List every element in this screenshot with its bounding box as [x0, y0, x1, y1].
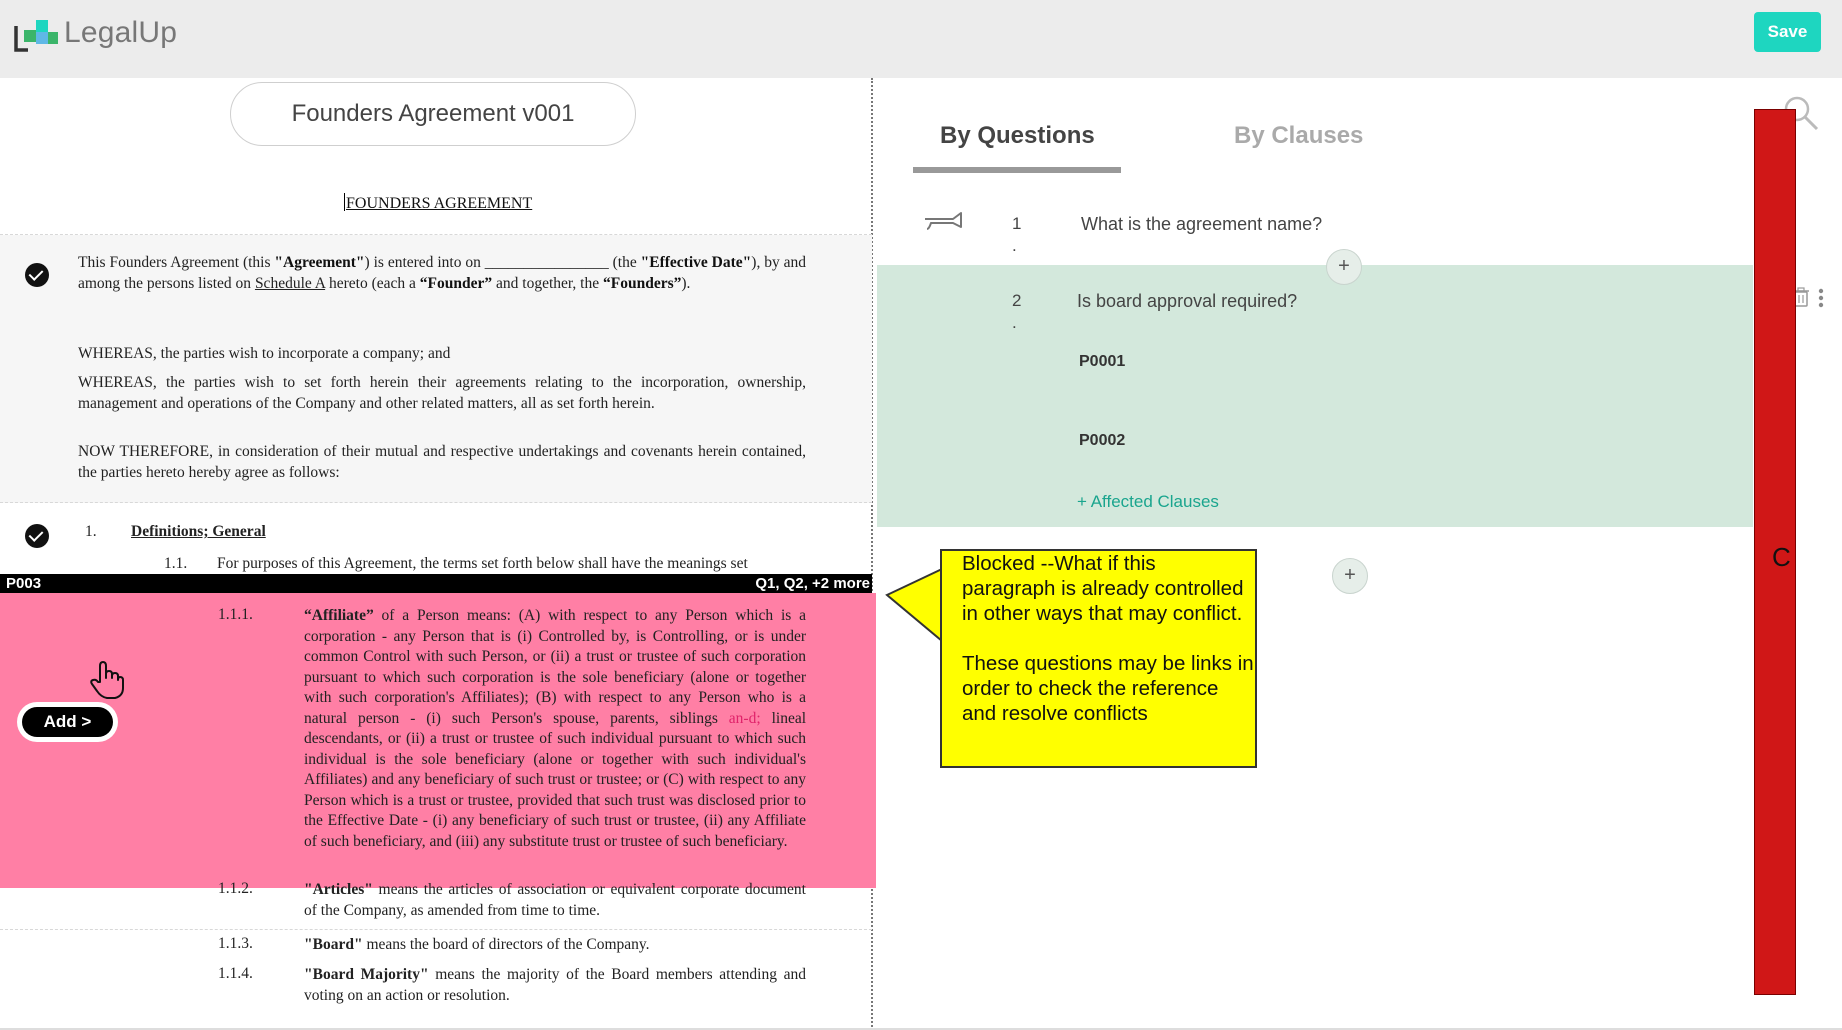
subsection-number: 1.1.	[164, 555, 188, 572]
definition-affiliate[interactable]: “Affiliate” of a Person means: (A) with …	[304, 606, 806, 852]
brand-name: LegalUp	[64, 16, 178, 49]
definition-number: 1.1.4.	[218, 965, 253, 982]
now-therefore-paragraph[interactable]: NOW THEREFORE, in consideration of their…	[78, 442, 806, 483]
trumpet-icon	[925, 212, 962, 230]
question-text[interactable]: Is board approval required?	[1077, 291, 1297, 312]
question-number-dot: .	[1012, 313, 1017, 332]
definition-number: 1.1.1.	[218, 606, 253, 623]
paragraph-id: P003	[6, 575, 42, 592]
whereas-paragraph-1[interactable]: WHEREAS, the parties wish to incorporate…	[78, 344, 806, 365]
defined-term: "Agreement"	[274, 254, 365, 271]
definition-text: means the board of directors of the Comp…	[362, 936, 650, 953]
paragraph-separator	[0, 502, 872, 503]
callout-note: Blocked --What if this paragraph is alre…	[940, 549, 1257, 768]
document-heading: FOUNDERS AGREEMENT	[344, 193, 532, 213]
callout-paragraph: Blocked --What if this paragraph is alre…	[962, 552, 1244, 625]
question-text[interactable]: What is the agreement name?	[1081, 214, 1322, 235]
add-button[interactable]: Add >	[17, 702, 118, 742]
intro-text: and together, the	[492, 274, 603, 292]
defined-term: "Board"	[304, 936, 363, 953]
active-tab-indicator	[913, 167, 1121, 173]
callout-text: Blocked --What if this paragraph is alre…	[962, 551, 1254, 751]
add-button-label: Add >	[22, 707, 113, 737]
callout-paragraph: These questions may be links in order to…	[962, 652, 1254, 725]
intro-text: hereto (each a	[325, 274, 420, 292]
add-question-button[interactable]: +	[1332, 558, 1368, 594]
whereas-paragraph-2[interactable]: WHEREAS, the parties wish to set forth h…	[78, 373, 806, 414]
linked-questions[interactable]: Q1, Q2, +2 more	[755, 575, 870, 592]
defined-term: “Founders”	[603, 274, 682, 292]
legalup-logo-icon	[14, 20, 58, 52]
add-question-button[interactable]: +	[1326, 249, 1362, 285]
definition-board-majority[interactable]: "Board Majority" means the majority of t…	[304, 965, 806, 1006]
intro-paragraph[interactable]: This Founders Agreement (this "Agreement…	[78, 253, 806, 294]
intro-text: ).	[681, 274, 691, 292]
clause-id[interactable]: P0002	[1079, 432, 1125, 450]
tracked-change: an-d;	[728, 709, 761, 727]
add-affected-clauses-link[interactable]: + Affected Clauses	[1077, 492, 1219, 512]
document-heading-text: FOUNDERS AGREEMENT	[346, 195, 533, 212]
defined-term: "Effective Date"	[640, 254, 752, 271]
paragraph-separator	[0, 929, 872, 930]
definition-articles[interactable]: "Articles" means the articles of associa…	[304, 880, 806, 921]
check-icon[interactable]	[25, 263, 49, 287]
definition-text: means the articles of association or equ…	[304, 881, 806, 919]
section-title[interactable]: Definitions; General	[131, 523, 266, 541]
subsection-text[interactable]: For purposes of this Agreement, the term…	[217, 555, 807, 573]
callout-pointer	[885, 567, 945, 644]
app-header: LegalUp Save	[0, 0, 1842, 78]
definition-text: lineal descendants, or (ii) a trust or t…	[304, 709, 807, 850]
document-title-field[interactable]: Founders Agreement v001	[230, 82, 636, 146]
more-options-icon[interactable]	[1818, 288, 1824, 308]
definition-number: 1.1.2.	[218, 880, 253, 897]
defined-term: “Affiliate”	[304, 607, 374, 624]
question-number-dot: .	[1012, 236, 1017, 255]
tab-by-clauses[interactable]: By Clauses	[1234, 122, 1363, 150]
hand-pointer-icon	[90, 661, 124, 699]
question-item-selected[interactable]	[877, 265, 1753, 527]
defined-term: "Board Majority"	[304, 966, 429, 983]
defined-term: “Founder”	[419, 274, 493, 292]
save-button[interactable]: Save	[1754, 12, 1821, 52]
clause-id[interactable]: P0001	[1079, 353, 1125, 371]
question-number: 2	[1012, 291, 1022, 310]
schedule-link[interactable]: Schedule A	[255, 275, 325, 292]
annotation-label: C	[1772, 542, 1791, 572]
definition-board[interactable]: "Board" means the board of directors of …	[304, 935, 806, 956]
selected-paragraph-bar[interactable]: P003 Q1, Q2, +2 more	[0, 574, 872, 593]
question-number: 1	[1012, 214, 1022, 233]
text-cursor	[344, 193, 345, 211]
intro-text: ) is entered into on ________________ (t…	[364, 254, 641, 271]
tab-by-questions[interactable]: By Questions	[940, 122, 1095, 150]
defined-term: "Articles"	[304, 881, 373, 898]
section-number: 1.	[85, 523, 97, 540]
check-icon[interactable]	[25, 524, 49, 548]
intro-text: This Founders Agreement (this	[78, 254, 275, 271]
definition-number: 1.1.3.	[218, 935, 253, 952]
